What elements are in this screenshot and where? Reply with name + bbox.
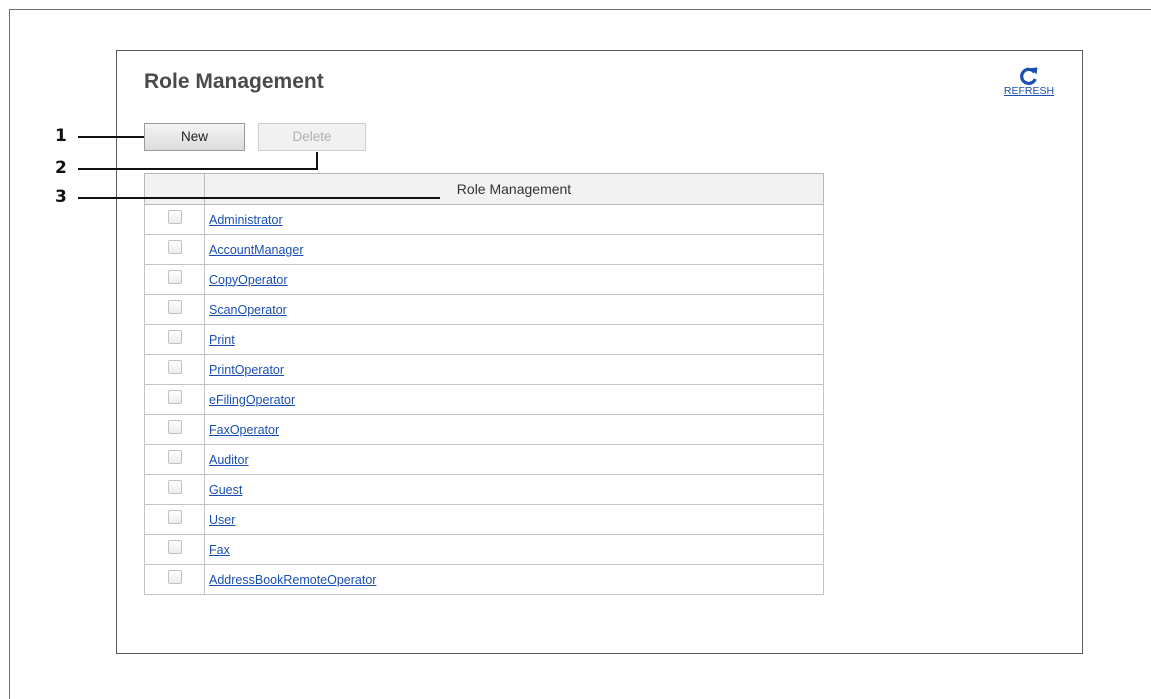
role-link[interactable]: eFilingOperator [209, 393, 295, 407]
row-checkbox-cell [144, 294, 205, 325]
table-row: Auditor [144, 444, 824, 475]
row-checkbox[interactable] [167, 270, 182, 285]
row-checkbox-cell [144, 414, 205, 445]
refresh-button[interactable]: REFRESH [998, 66, 1060, 97]
row-checkbox-cell [144, 234, 205, 265]
table-row: Administrator [144, 204, 824, 235]
table-row: ScanOperator [144, 294, 824, 325]
role-link[interactable]: Fax [209, 543, 230, 557]
role-link[interactable]: CopyOperator [209, 273, 288, 287]
table-row: CopyOperator [144, 264, 824, 295]
callout-2: 2 [55, 158, 67, 178]
table-row: AccountManager [144, 234, 824, 265]
callout-3: 3 [55, 187, 67, 207]
delete-button[interactable]: Delete [258, 123, 366, 151]
role-link[interactable]: Administrator [209, 213, 283, 227]
role-name-cell: ScanOperator [204, 294, 824, 325]
role-column-header: Role Management [204, 173, 824, 205]
page-title: Role Management [144, 70, 324, 93]
row-checkbox-cell [144, 504, 205, 535]
row-checkbox[interactable] [167, 210, 182, 225]
role-name-cell: PrintOperator [204, 354, 824, 385]
row-checkbox[interactable] [167, 420, 182, 435]
table-row: Print [144, 324, 824, 355]
table-row: Fax [144, 534, 824, 565]
row-checkbox-cell [144, 264, 205, 295]
row-checkbox-cell [144, 444, 205, 475]
row-checkbox-cell [144, 204, 205, 235]
row-checkbox[interactable] [167, 450, 182, 465]
callout-1: 1 [55, 126, 67, 146]
role-rows: Administrator AccountManager CopyOperator S… [144, 204, 824, 595]
role-link[interactable]: AddressBookRemoteOperator [209, 573, 376, 587]
role-table: Role Management Administrator AccountMana… [144, 173, 824, 595]
table-row: User [144, 504, 824, 535]
table-row: PrintOperator [144, 354, 824, 385]
new-button[interactable]: New [144, 123, 245, 151]
role-name-cell: eFilingOperator [204, 384, 824, 415]
role-name-cell: Administrator [204, 204, 824, 235]
role-name-cell: Print [204, 324, 824, 355]
row-checkbox[interactable] [167, 480, 182, 495]
row-checkbox[interactable] [167, 330, 182, 345]
row-checkbox[interactable] [167, 360, 182, 375]
role-link[interactable]: Print [209, 333, 235, 347]
refresh-icon [1020, 67, 1038, 85]
role-link[interactable]: AccountManager [209, 243, 304, 257]
select-all-header [144, 173, 205, 205]
row-checkbox-cell [144, 564, 205, 595]
row-checkbox[interactable] [167, 300, 182, 315]
row-checkbox-cell [144, 384, 205, 415]
row-checkbox[interactable] [167, 540, 182, 555]
row-checkbox[interactable] [167, 510, 182, 525]
table-header-row: Role Management [144, 173, 824, 205]
role-link[interactable]: Auditor [209, 453, 249, 467]
row-checkbox-cell [144, 474, 205, 505]
row-checkbox-cell [144, 534, 205, 565]
table-row: Guest [144, 474, 824, 505]
role-name-cell: User [204, 504, 824, 535]
row-checkbox-cell [144, 354, 205, 385]
table-row: eFilingOperator [144, 384, 824, 415]
table-row: AddressBookRemoteOperator [144, 564, 824, 595]
role-link[interactable]: User [209, 513, 235, 527]
role-name-cell: Auditor [204, 444, 824, 475]
role-name-cell: Guest [204, 474, 824, 505]
row-checkbox[interactable] [167, 390, 182, 405]
role-link[interactable]: PrintOperator [209, 363, 284, 377]
role-name-cell: FaxOperator [204, 414, 824, 445]
role-name-cell: Fax [204, 534, 824, 565]
role-link[interactable]: ScanOperator [209, 303, 287, 317]
role-name-cell: AccountManager [204, 234, 824, 265]
row-checkbox-cell [144, 324, 205, 355]
role-link[interactable]: FaxOperator [209, 423, 279, 437]
table-row: FaxOperator [144, 414, 824, 445]
row-checkbox[interactable] [167, 570, 182, 585]
row-checkbox[interactable] [167, 240, 182, 255]
refresh-label[interactable]: REFRESH [998, 85, 1060, 97]
role-name-cell: CopyOperator [204, 264, 824, 295]
role-link[interactable]: Guest [209, 483, 242, 497]
role-name-cell: AddressBookRemoteOperator [204, 564, 824, 595]
